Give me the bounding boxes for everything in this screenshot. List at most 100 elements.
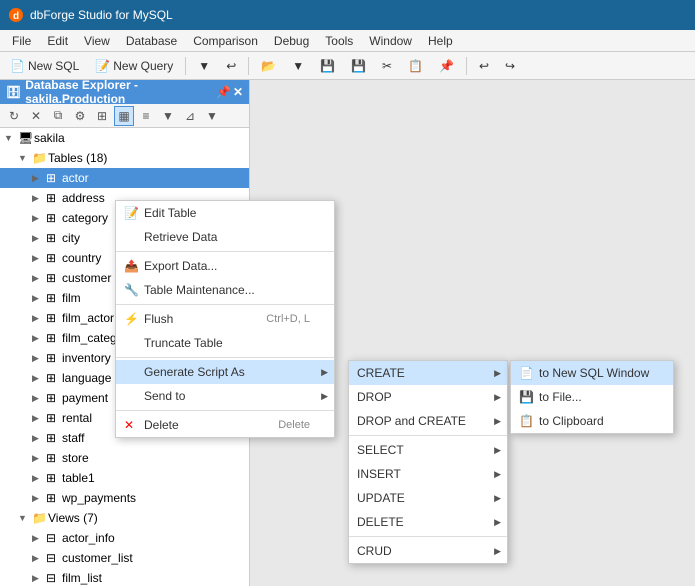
ctx-delete[interactable]: ✕ Delete Delete — [116, 413, 334, 437]
menu-tools[interactable]: Tools — [317, 32, 361, 50]
tree-item-store[interactable]: ▶ ⊞ store — [0, 448, 249, 468]
app-title: dbForge Studio for MySQL — [30, 8, 173, 22]
ctx-to-new-sql-window[interactable]: 📄 to New SQL Window — [511, 361, 673, 385]
tree-label-tables: Tables (18) — [48, 151, 249, 165]
ctx-delete-sql-label: DELETE — [357, 515, 483, 529]
tree-item-actor[interactable]: ▶ ⊞ actor — [0, 168, 249, 188]
submenu1-separator-2 — [349, 536, 507, 537]
menu-debug[interactable]: Debug — [266, 32, 317, 50]
toolbar-separator-1 — [185, 57, 186, 75]
ctx-select[interactable]: SELECT — [349, 438, 507, 462]
db-dropdown-button[interactable]: ▼ — [202, 106, 222, 126]
tree-item-views[interactable]: ▼ 📁 Views (7) — [0, 508, 249, 528]
db-explorer-pin-icon[interactable]: 📌 — [216, 85, 231, 99]
db-explorer-header: 🗄 Database Explorer - sakila.Production … — [0, 80, 249, 104]
context-menu: 📝 Edit Table Retrieve Data 📤 Export Data… — [115, 200, 335, 438]
ctx-drop-and-create[interactable]: DROP and CREATE — [349, 409, 507, 433]
toolbar-copy-button[interactable]: 📋 — [402, 57, 429, 75]
ctx-truncate-table[interactable]: Truncate Table — [116, 331, 334, 355]
ctx-insert-label: INSERT — [357, 467, 483, 481]
db-explorer-close-icon[interactable]: ✕ — [233, 85, 243, 99]
db-grid-button[interactable]: ▦ — [114, 106, 134, 126]
submenu-script-as: CREATE DROP DROP and CREATE SELECT INSER… — [348, 360, 508, 564]
tree-item-sakila[interactable]: ▼ 🖥 sakila — [0, 128, 249, 148]
menu-view[interactable]: View — [76, 32, 118, 50]
new-sql-icon: 📄 — [10, 59, 25, 73]
menu-file[interactable]: File — [4, 32, 39, 50]
toolbar-btn-1[interactable]: ▼ — [192, 57, 216, 75]
db-refresh-button[interactable]: ↻ — [4, 106, 24, 126]
toolbar: 📄 New SQL 📝 New Query ▼ ↩ 📂 ▼ 💾 💾 ✂ 📋 📌 … — [0, 52, 695, 80]
toolbar-redo-button[interactable]: ↪ — [499, 57, 521, 75]
menu-comparison[interactable]: Comparison — [185, 32, 266, 50]
ctx-create[interactable]: CREATE — [349, 361, 507, 385]
tree-item-wp-payments[interactable]: ▶ ⊞ wp_payments — [0, 488, 249, 508]
ctx-to-clipboard[interactable]: 📋 to Clipboard — [511, 409, 673, 433]
ctx-send-to[interactable]: Send to — [116, 384, 334, 408]
ctx-retrieve-data[interactable]: Retrieve Data — [116, 225, 334, 249]
ctx-send-to-label: Send to — [144, 389, 310, 403]
tree-label-actor: actor — [62, 171, 249, 185]
expand-icon-film-category: ▶ — [32, 333, 46, 344]
ctx-export-data-label: Export Data... — [144, 259, 310, 273]
db-remove-button[interactable]: ✕ — [26, 106, 46, 126]
expand-icon-language: ▶ — [32, 373, 46, 384]
toolbar-save-button[interactable]: 💾 — [314, 57, 341, 75]
ctx-to-file-label: to File... — [539, 390, 649, 404]
table-icon-film-category: ⊞ — [46, 331, 62, 345]
table-icon-address: ⊞ — [46, 191, 62, 205]
db-filter2-button[interactable]: ⊿ — [180, 106, 200, 126]
tree-item-table1[interactable]: ▶ ⊞ table1 — [0, 468, 249, 488]
table-icon-inventory: ⊞ — [46, 351, 62, 365]
ctx-export-data[interactable]: 📤 Export Data... — [116, 254, 334, 278]
tree-item-tables[interactable]: ▼ 📁 Tables (18) — [0, 148, 249, 168]
new-query-button[interactable]: 📝 New Query — [89, 57, 179, 75]
toolbar-paste-button[interactable]: 📌 — [433, 57, 460, 75]
ctx-insert[interactable]: INSERT — [349, 462, 507, 486]
ctx-drop[interactable]: DROP — [349, 385, 507, 409]
db-copy-button[interactable]: ⧉ — [48, 106, 68, 126]
expand-icon-customer-list: ▶ — [32, 553, 46, 564]
table-icon-staff: ⊞ — [46, 431, 62, 445]
tree-label-actor-info: actor_info — [62, 531, 249, 545]
new-sql-label: New SQL — [28, 59, 79, 73]
ctx-delete-sql[interactable]: DELETE — [349, 510, 507, 534]
toolbar-btn-3[interactable]: ▼ — [286, 57, 310, 75]
tree-item-customer-list[interactable]: ▶ ⊟ customer_list — [0, 548, 249, 568]
ctx-table-maintenance-label: Table Maintenance... — [144, 283, 310, 297]
db-filter-button[interactable]: ⊞ — [92, 106, 112, 126]
toolbar-btn-2[interactable]: ↩ — [220, 57, 242, 75]
ctx-update[interactable]: UPDATE — [349, 486, 507, 510]
menu-window[interactable]: Window — [361, 32, 420, 50]
db-more-button[interactable]: ▼ — [158, 106, 178, 126]
tree-item-film-list[interactable]: ▶ ⊟ film_list — [0, 568, 249, 586]
to-file-icon: 💾 — [519, 390, 539, 404]
toolbar-btn-5[interactable]: ✂ — [376, 57, 398, 75]
ctx-to-file[interactable]: 💾 to File... — [511, 385, 673, 409]
tree-item-actor-info[interactable]: ▶ ⊟ actor_info — [0, 528, 249, 548]
menu-database[interactable]: Database — [118, 32, 185, 50]
menu-help[interactable]: Help — [420, 32, 461, 50]
ctx-flush[interactable]: ⚡ Flush Ctrl+D, L — [116, 307, 334, 331]
expand-icon-table1: ▶ — [32, 473, 46, 484]
ctx-crud[interactable]: CRUD — [349, 539, 507, 563]
ctx-table-maintenance[interactable]: 🔧 Table Maintenance... — [116, 278, 334, 302]
table-icon-film: ⊞ — [46, 291, 62, 305]
db-props-button[interactable]: ⚙ — [70, 106, 90, 126]
to-clipboard-icon: 📋 — [519, 414, 539, 428]
toolbar-undo-button[interactable]: ↩ — [473, 57, 495, 75]
menu-edit[interactable]: Edit — [39, 32, 76, 50]
folder-icon: 📂 — [261, 59, 276, 73]
flush-icon: ⚡ — [124, 312, 144, 326]
expand-icon-tables: ▼ — [18, 153, 32, 163]
ctx-separator-2 — [116, 304, 334, 305]
toolbar-open-button[interactable]: 📂 — [255, 57, 282, 75]
toolbar-btn-4[interactable]: 💾 — [345, 57, 372, 75]
ctx-select-label: SELECT — [357, 443, 483, 457]
view-icon-actor-info: ⊟ — [46, 531, 62, 545]
ctx-edit-table[interactable]: 📝 Edit Table — [116, 201, 334, 225]
save-icon: 💾 — [320, 59, 335, 73]
db-sort-button[interactable]: ≡ — [136, 106, 156, 126]
new-sql-button[interactable]: 📄 New SQL — [4, 57, 85, 75]
ctx-generate-script[interactable]: Generate Script As — [116, 360, 334, 384]
